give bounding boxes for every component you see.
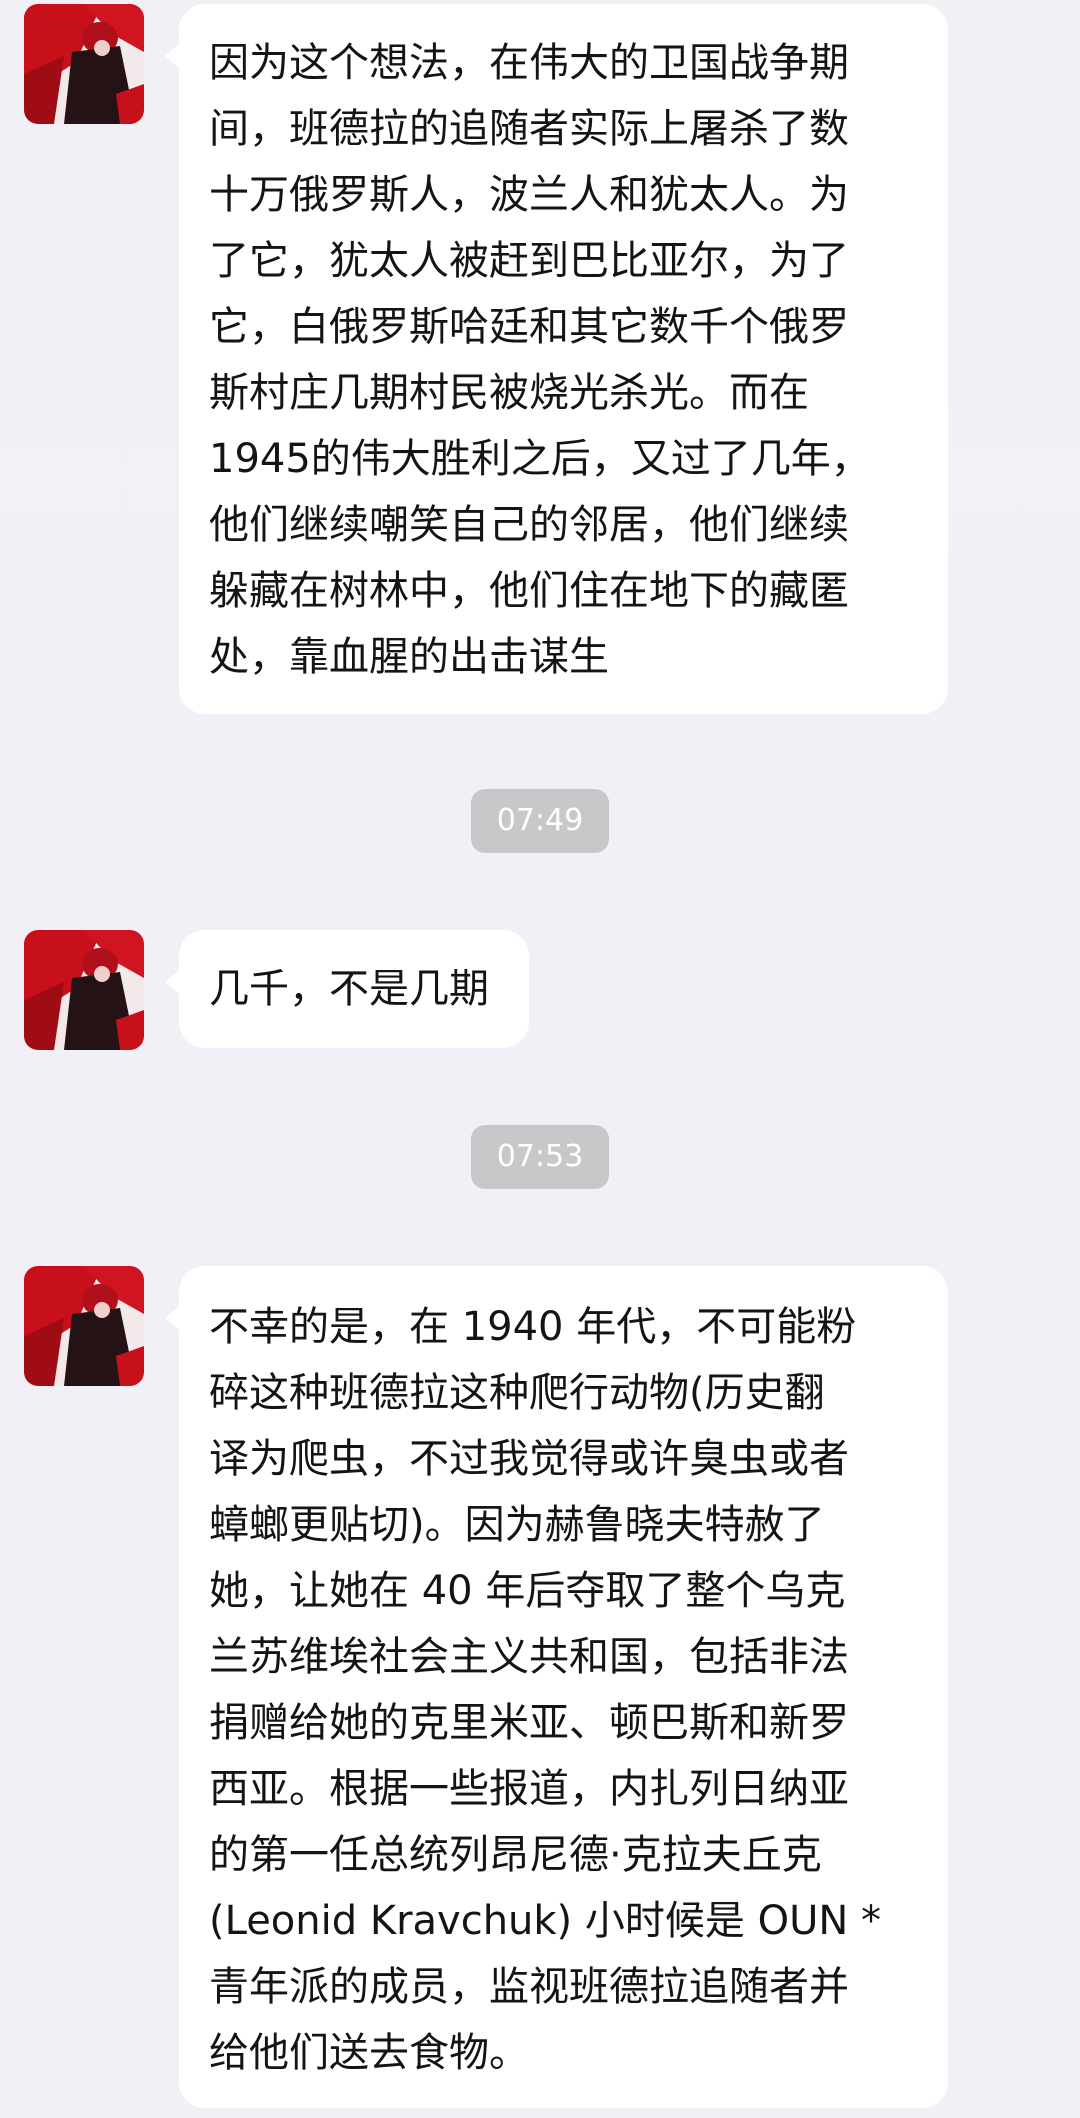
message-line: 她，让她在 40 年后夺取了整个乌克 [209,1568,846,1614]
message-line: 处，靠血腥的出击谋生 [209,634,609,680]
message-line: 它，白俄罗斯哈廷和其它数千个俄罗 [209,304,849,350]
message-line: (Leonid Kravchuk) 小时候是 OUN * [209,1898,881,1944]
message-line: 捐赠给她的克里米亚、顿巴斯和新罗 [209,1700,849,1746]
message-line: 青年派的成员，监视班德拉追随者并 [209,1964,849,2010]
chat-view: 因为这个想法，在伟大的卫国战争期 间，班德拉的追随者实际上屠杀了数 十万俄罗斯人… [0,0,1080,2118]
timestamp-badge: 07:49 [471,789,609,853]
message-line: 几千，不是几期 [209,966,489,1012]
message-line: 躲藏在树林中，他们住在地下的藏匿 [209,568,849,614]
message-line: 给他们送去食物。 [209,2030,529,2076]
message-line: 不幸的是，在 1940 年代，不可能粉 [209,1304,857,1350]
message-bubble[interactable]: 因为这个想法，在伟大的卫国战争期 间，班德拉的追随者实际上屠杀了数 十万俄罗斯人… [165,4,948,714]
user-avatar-icon [24,1266,144,1386]
message-line: 西亚。根据一些报道，内扎列日纳亚 [209,1766,849,1812]
message-line: 十万俄罗斯人，波兰人和犹太人。为 [209,172,849,218]
timestamp-badge: 07:53 [471,1125,609,1189]
message-line: 他们继续嘲笑自己的邻居，他们继续 [209,502,849,548]
message-line: 碎这种班德拉这种爬行动物(历史翻 [209,1370,825,1416]
user-avatar-icon [24,930,144,1050]
message-line: 1945的伟大胜利之后，又过了几年， [209,436,871,482]
message-line: 斯村庄几期村民被烧光杀光。而在 [209,370,809,416]
message-line: 译为爬虫，不过我觉得或许臭虫或者 [209,1436,849,1482]
message-line: 蟑螂更贴切)。因为赫鲁晓夫特赦了 [209,1502,825,1548]
message-line: 了它，犹太人被赶到巴比亚尔，为了 [209,238,849,284]
sender-avatar[interactable] [24,1266,144,1386]
user-avatar-icon [24,4,144,124]
message-bubble[interactable]: 不幸的是，在 1940 年代，不可能粉 碎这种班德拉这种爬行动物(历史翻 译为爬… [165,1266,948,2108]
sender-avatar[interactable] [24,4,144,124]
message-line: 因为这个想法，在伟大的卫国战争期 [209,40,849,86]
message-line: 兰苏维埃社会主义共和国，包括非法 [209,1634,849,1680]
message-line: 间，班德拉的追随者实际上屠杀了数 [209,106,849,152]
message-bubble[interactable]: 几千，不是几期 [165,930,529,1048]
sender-avatar[interactable] [24,930,144,1050]
message-line: 的第一任总统列昂尼德·克拉夫丘克 [209,1832,822,1878]
